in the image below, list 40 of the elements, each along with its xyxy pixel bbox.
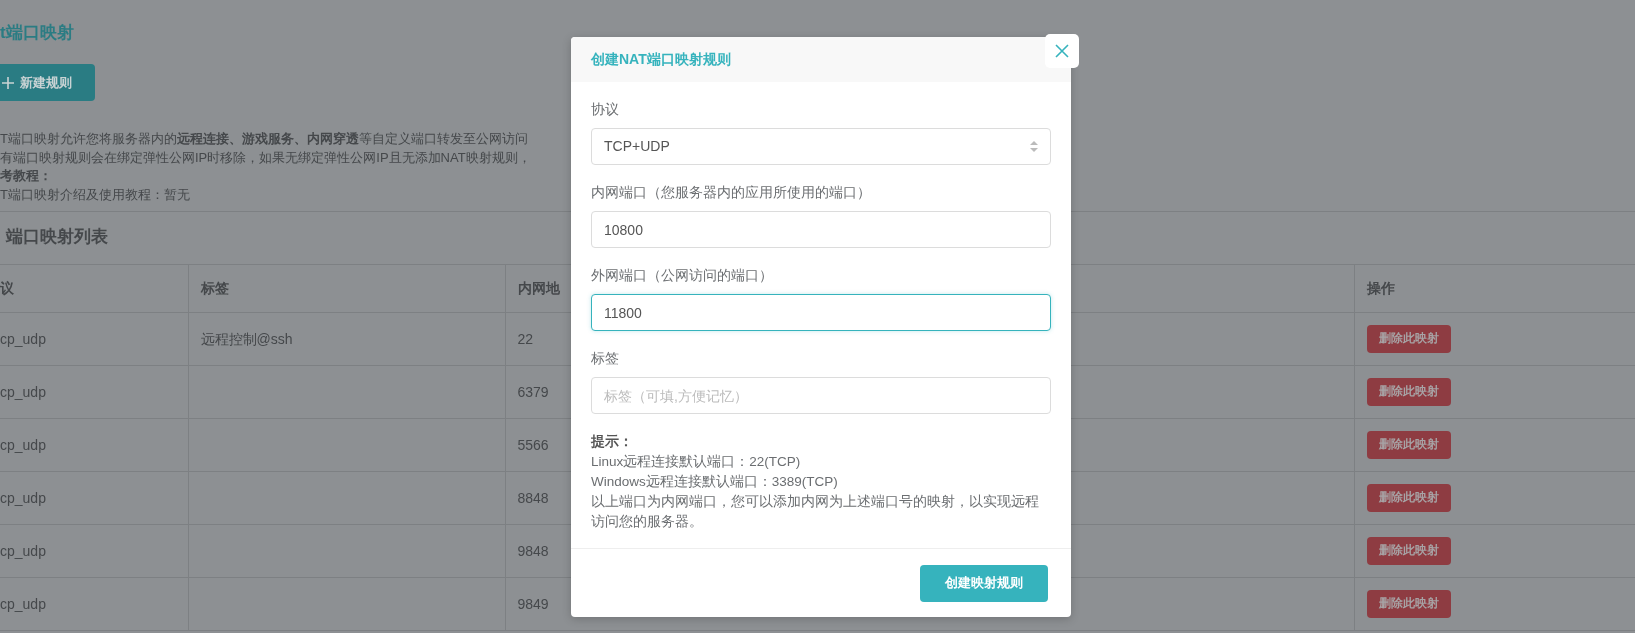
field-label: 标签 bbox=[591, 349, 620, 367]
table-cell: 远程控制@ssh bbox=[188, 312, 505, 366]
tips-title: 提示： bbox=[591, 433, 634, 451]
dialog-title: 创建NAT端口映射规则 bbox=[591, 50, 731, 69]
table-cell: cp_udp bbox=[0, 471, 188, 525]
column-header: 议 bbox=[0, 264, 188, 313]
field-label: 外网端口（公网访问的端口） bbox=[591, 266, 774, 284]
input-field[interactable]: 11800 bbox=[591, 294, 1051, 331]
input-field[interactable]: 标签（可填,方便记忆） bbox=[591, 377, 1051, 414]
plus-icon bbox=[2, 76, 14, 89]
field-label: 内网端口（您服务器内的应用所使用的端口） bbox=[591, 183, 872, 201]
section-heading: 考教程： bbox=[0, 167, 52, 185]
table-cell: cp_udp bbox=[0, 312, 188, 366]
delete-button[interactable]: 删除此映射 bbox=[1366, 325, 1451, 353]
table-cell: cp_udp bbox=[0, 577, 188, 631]
description-text: 有端口映射规则会在绑定弹性公网IP时移除，如果无绑定弹性公网IP且无添加NAT映射规则， bbox=[0, 148, 531, 167]
column-header: 操作 bbox=[1354, 264, 1635, 313]
description-text: T端口映射允许您将服务器内的远程连接、游戏服务、内网穿透等自定义端口转发至公网访问 bbox=[0, 130, 528, 148]
new-rule-button[interactable]: 新建规则 bbox=[0, 64, 95, 101]
table-cell: cp_udp bbox=[0, 418, 188, 472]
column-header: 标签 bbox=[188, 264, 505, 313]
table-cell: cp_udp bbox=[0, 524, 188, 578]
delete-button[interactable]: 删除此映射 bbox=[1366, 484, 1451, 512]
delete-button[interactable]: 删除此映射 bbox=[1366, 378, 1451, 406]
delete-button[interactable]: 删除此映射 bbox=[1366, 590, 1451, 618]
delete-button[interactable]: 删除此映射 bbox=[1366, 431, 1451, 459]
sort-arrows-icon bbox=[1030, 141, 1038, 152]
close-button[interactable] bbox=[1045, 34, 1079, 68]
section-title: 端口映射列表 bbox=[6, 226, 108, 248]
table-cell: cp_udp bbox=[0, 365, 188, 419]
input-field[interactable]: 10800 bbox=[591, 211, 1051, 248]
tip-text: Windows远程连接默认端口：3389(TCP) bbox=[591, 473, 839, 491]
delete-button[interactable]: 删除此映射 bbox=[1366, 537, 1451, 565]
protocol-select[interactable]: TCP+UDP bbox=[591, 128, 1051, 165]
description-text: T端口映射介绍及使用教程：暂无 bbox=[0, 185, 190, 204]
field-label: 协议 bbox=[591, 100, 620, 118]
tip-text: Linux远程连接默认端口：22(TCP) bbox=[591, 453, 802, 471]
create-rule-button[interactable]: 创建映射规则 bbox=[920, 564, 1048, 602]
close-icon bbox=[1055, 44, 1069, 58]
page-title: t端口映射 bbox=[0, 22, 74, 44]
